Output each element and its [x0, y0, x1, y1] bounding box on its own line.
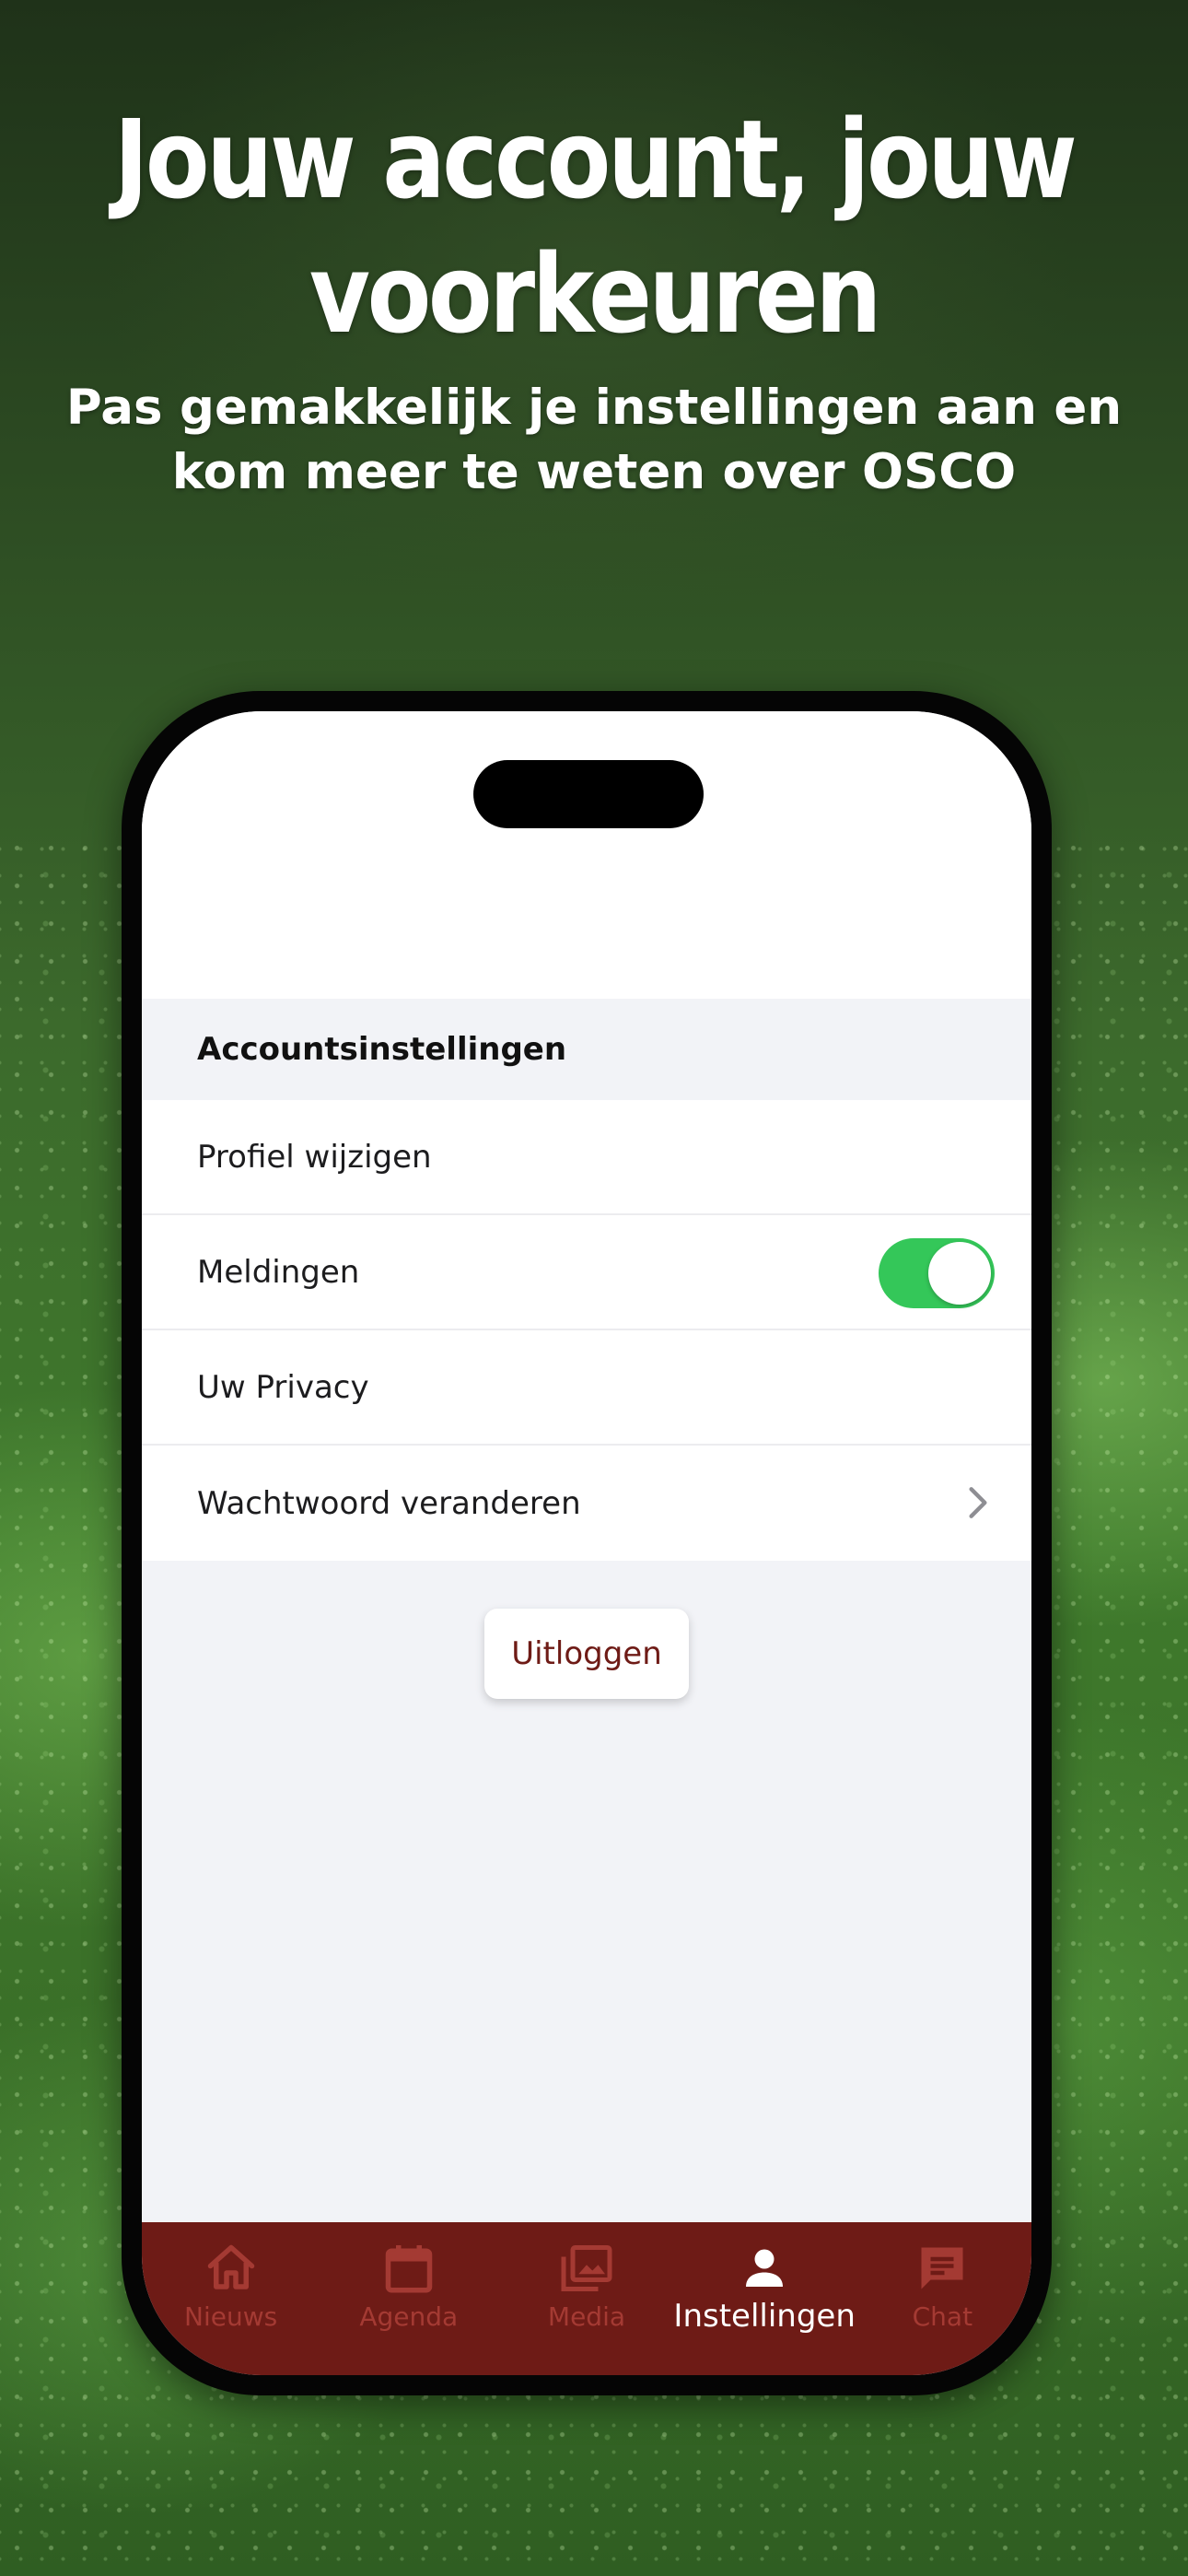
promo-headline-line-2: voorkeuren	[309, 230, 882, 357]
home-icon	[207, 2244, 254, 2289]
tab-instellingen[interactable]: Instellingen	[673, 2222, 856, 2375]
dynamic-island	[473, 760, 704, 828]
phone-frame: Accountsinstellingen Profiel wijzigen Me…	[122, 691, 1052, 2395]
tab-label: Media	[547, 2301, 626, 2332]
app-screen: Accountsinstellingen Profiel wijzigen Me…	[142, 711, 1031, 2375]
settings-row-label: Meldingen	[197, 1253, 360, 1291]
settings-row-change-password[interactable]: Wachtwoord veranderen	[142, 1446, 1031, 1561]
settings-row-label: Uw Privacy	[197, 1368, 369, 1406]
tab-label: Instellingen	[673, 2298, 856, 2335]
settings-row-notifications: Meldingen	[142, 1215, 1031, 1330]
tab-agenda[interactable]: Agenda	[320, 2222, 497, 2375]
tab-label: Chat	[912, 2301, 973, 2332]
settings-row-edit-profile[interactable]: Profiel wijzigen	[142, 1100, 1031, 1215]
settings-row-label: Profiel wijzigen	[197, 1138, 432, 1176]
toggle-knob	[928, 1242, 991, 1305]
calendar-icon	[385, 2245, 433, 2293]
notifications-toggle[interactable]	[879, 1238, 995, 1308]
person-icon	[746, 2249, 784, 2287]
section-title: Accountsinstellingen	[142, 999, 1031, 1100]
tab-chat[interactable]: Chat	[854, 2222, 1031, 2375]
chat-icon	[921, 2247, 963, 2289]
tab-label: Nieuws	[184, 2301, 278, 2332]
promo-subline-line-1: Pas gemakkelijk je instellingen aan en	[65, 380, 1123, 436]
status-area	[142, 711, 1031, 999]
tab-label: Agenda	[359, 2301, 459, 2332]
photo-library-icon	[561, 2245, 612, 2291]
settings-row-label: Wachtwoord veranderen	[197, 1484, 581, 1522]
tab-bar: Nieuws Agenda Media Instellingen Chat	[142, 2222, 1031, 2375]
settings-row-privacy[interactable]: Uw Privacy	[142, 1330, 1031, 1446]
promo-headline-line-1: Jouw account, jouw	[113, 96, 1077, 223]
promo-subline-line-2: kom meer te weten over OSCO	[171, 444, 1017, 500]
chevron-right-icon	[969, 1487, 987, 1518]
logout-button[interactable]: Uitloggen	[484, 1609, 689, 1699]
tab-media[interactable]: Media	[497, 2222, 675, 2375]
promo-headline: Jouw account, jouw voorkeuren	[83, 92, 1104, 361]
promo-subline: Pas gemakkelijk je instellingen aan en k…	[55, 376, 1133, 505]
tab-nieuws[interactable]: Nieuws	[142, 2222, 320, 2375]
